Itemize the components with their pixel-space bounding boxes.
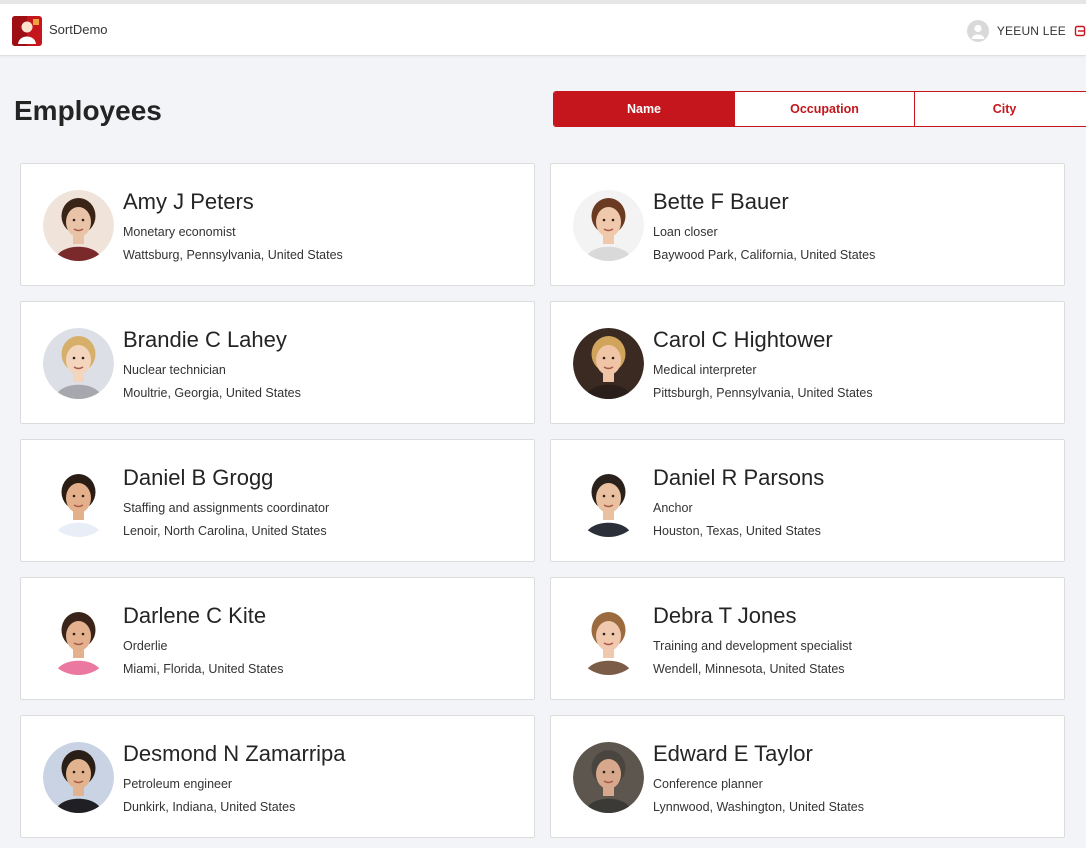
employee-occupation: Petroleum engineer — [123, 777, 233, 791]
employee-name: Daniel B Grogg — [123, 465, 274, 490]
employee-name: Desmond N Zamarripa — [123, 741, 346, 766]
employee-occupation: Anchor — [653, 501, 693, 515]
employee-occupation: Medical interpreter — [653, 363, 757, 377]
employee-card[interactable]: Bette F Bauer Loan closer Baywood Park, … — [550, 163, 1065, 286]
employee-occupation: Staffing and assignments coordinator — [123, 501, 330, 515]
employee-city: Wendell, Minnesota, United States — [653, 662, 845, 676]
employee-city: Miami, Florida, United States — [123, 662, 284, 676]
employee-card[interactable]: Darlene C Kite Orderlie Miami, Florida, … — [20, 577, 535, 700]
employee-photo — [573, 190, 644, 261]
employee-photo — [573, 604, 644, 675]
employee-photo — [43, 742, 114, 813]
employee-list: Amy J Peters Monetary economist Wattsbur… — [20, 163, 1065, 838]
employee-city: Baywood Park, California, United States — [653, 248, 876, 262]
employee-city: Lynnwood, Washington, United States — [653, 800, 865, 814]
employee-card[interactable]: Daniel R Parsons Anchor Houston, Texas, … — [550, 439, 1065, 562]
employee-city: Lenoir, North Carolina, United States — [123, 524, 327, 538]
sort-by-occupation-button[interactable]: Occupation — [734, 92, 914, 126]
employee-occupation: Orderlie — [123, 639, 168, 653]
employee-city: Houston, Texas, United States — [653, 524, 821, 538]
employee-name: Edward E Taylor — [653, 741, 813, 766]
app-logo-icon[interactable] — [12, 16, 42, 46]
user-menu[interactable]: YEEUN LEE — [966, 19, 1086, 43]
employee-photo — [43, 190, 114, 261]
page-title: Employees — [14, 95, 162, 126]
employee-card[interactable]: Amy J Peters Monetary economist Wattsbur… — [20, 163, 535, 286]
employee-card[interactable]: Brandie C Lahey Nuclear technician Moult… — [20, 301, 535, 424]
sort-by-city-button[interactable]: City — [914, 92, 1086, 126]
employee-photo — [573, 466, 644, 537]
employee-name: Debra T Jones — [653, 603, 797, 628]
employee-city: Pittsburgh, Pennsylvania, United States — [653, 386, 873, 400]
sign-out-icon[interactable] — [1074, 19, 1086, 43]
employee-occupation: Nuclear technician — [123, 363, 226, 377]
employee-card[interactable]: Desmond N Zamarripa Petroleum engineer D… — [20, 715, 535, 838]
employee-photo — [43, 604, 114, 675]
user-name[interactable]: YEEUN LEE — [997, 24, 1066, 38]
employee-name: Darlene C Kite — [123, 603, 267, 628]
employee-city: Dunkirk, Indiana, United States — [123, 800, 296, 814]
sort-button-group: Name Occupation City — [553, 91, 1086, 127]
employee-card[interactable]: Debra T Jones Training and development s… — [550, 577, 1065, 700]
employee-photo — [43, 466, 114, 537]
employee-occupation: Training and development specialist — [653, 639, 852, 653]
app-name[interactable]: SortDemo — [49, 22, 108, 37]
employee-occupation: Conference planner — [653, 777, 763, 791]
employee-card[interactable]: Edward E Taylor Conference planner Lynnw… — [550, 715, 1065, 838]
employee-card[interactable]: Carol C Hightower Medical interpreter Pi… — [550, 301, 1065, 424]
top-bar: SortDemo YEEUN LEE — [0, 0, 1086, 56]
user-avatar-icon[interactable] — [966, 20, 989, 42]
employee-city: Wattsburg, Pennsylvania, United States — [123, 248, 343, 262]
employee-photo — [573, 328, 644, 399]
employee-name: Brandie C Lahey — [123, 327, 287, 352]
employee-occupation: Loan closer — [653, 225, 718, 239]
employee-photo — [573, 742, 644, 813]
employee-photo — [43, 328, 114, 399]
employee-city: Moultrie, Georgia, United States — [123, 386, 301, 400]
sort-by-name-button[interactable]: Name — [554, 92, 734, 126]
employee-name: Daniel R Parsons — [653, 465, 825, 490]
employee-name: Amy J Peters — [123, 189, 254, 214]
employee-name: Carol C Hightower — [653, 327, 833, 352]
employee-name: Bette F Bauer — [653, 189, 789, 214]
employee-occupation: Monetary economist — [123, 225, 236, 239]
employee-card[interactable]: Daniel B Grogg Staffing and assignments … — [20, 439, 535, 562]
